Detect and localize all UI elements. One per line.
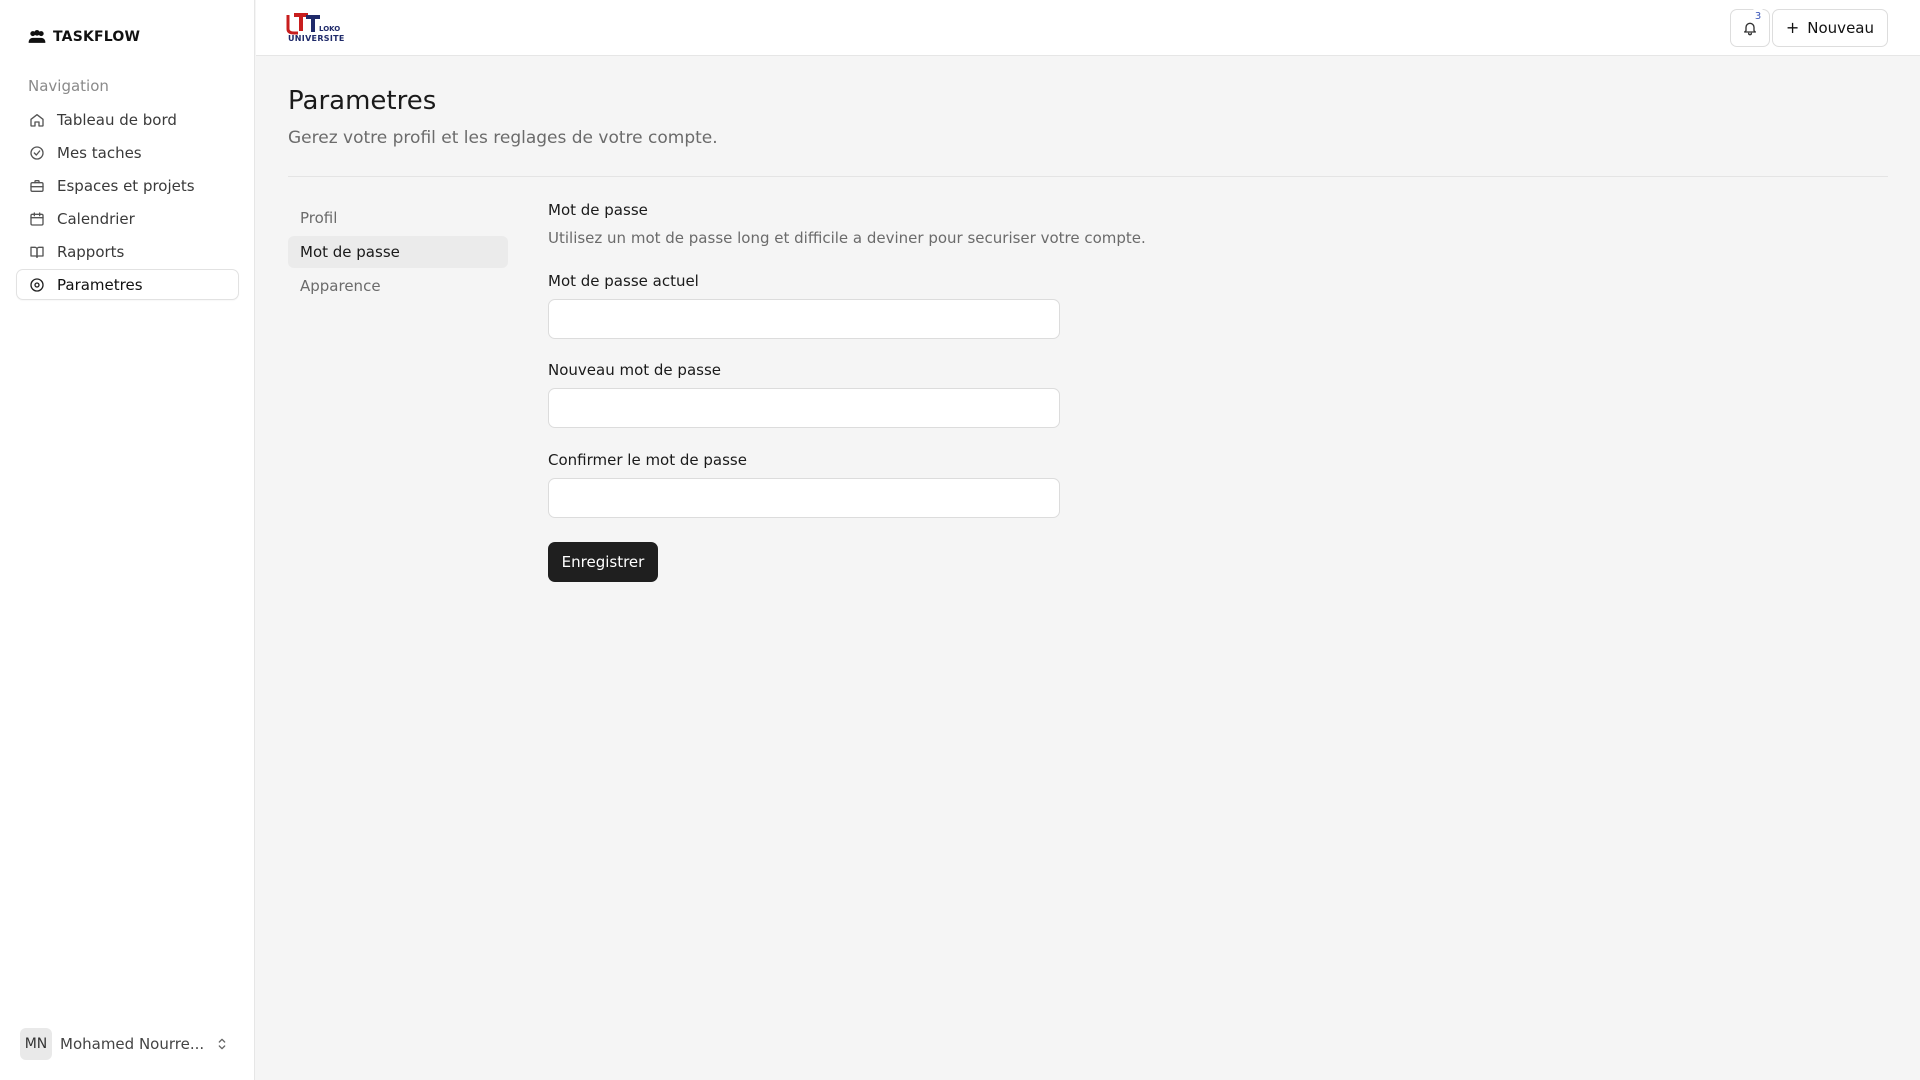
calendar-icon xyxy=(30,211,44,226)
logo-mark-icon: LOKO xyxy=(286,13,340,35)
university-logo[interactable]: LOKO UNIVERSITE xyxy=(286,11,346,45)
chevron-up-down-icon xyxy=(218,1038,226,1050)
notifications-button[interactable]: 3 xyxy=(1730,8,1770,47)
sidebar-item-spaces[interactable]: Espaces et projets xyxy=(16,170,239,201)
plus-icon: + xyxy=(1785,18,1800,37)
user-menu[interactable]: MN Mohamed Nourre... xyxy=(20,1028,230,1060)
sidebar-item-dashboard[interactable]: Tableau de bord xyxy=(16,104,239,135)
book-icon xyxy=(30,246,44,258)
confirm-password-label: Confirmer le mot de passe xyxy=(548,451,747,469)
avatar: MN xyxy=(20,1028,52,1060)
sidebar-item-label: Calendrier xyxy=(57,209,135,228)
nav-heading: Navigation xyxy=(28,77,109,95)
svg-text:LOKO: LOKO xyxy=(319,25,340,33)
team-icon xyxy=(28,30,46,43)
new-password-label: Nouveau mot de passe xyxy=(548,361,722,379)
brand-name: TASKFLOW xyxy=(53,29,141,45)
page-subtitle: Gerez votre profil et les reglages de vo… xyxy=(288,128,718,148)
sidebar-item-label: Tableau de bord xyxy=(57,110,177,129)
sidebar-item-reports[interactable]: Rapports xyxy=(16,236,239,267)
sidebar-item-label: Mes taches xyxy=(57,143,142,162)
current-password-label: Mot de passe actuel xyxy=(548,272,699,290)
notification-badge: 3 xyxy=(1750,8,1766,24)
sidebar-item-label: Espaces et projets xyxy=(57,176,195,195)
sidebar-item-tasks[interactable]: Mes taches xyxy=(16,137,239,168)
briefcase-icon xyxy=(30,179,44,192)
sidebar: TASKFLOW Navigation Tableau de bord Mes … xyxy=(0,0,255,1080)
confirm-password-input[interactable] xyxy=(548,478,1060,518)
user-name: Mohamed Nourre... xyxy=(60,1035,205,1053)
page-title: Parametres xyxy=(288,86,437,116)
new-button-label: Nouveau xyxy=(1807,19,1874,37)
sidebar-nav: Tableau de bord Mes taches Espaces et pr… xyxy=(16,104,239,302)
settings-tab-password[interactable]: Mot de passe xyxy=(288,236,508,268)
settings-tab-profile[interactable]: Profil xyxy=(288,202,508,234)
settings-nav: Profil Mot de passe Apparence xyxy=(288,202,508,304)
current-password-input[interactable] xyxy=(548,299,1060,339)
sidebar-item-settings[interactable]: Parametres xyxy=(16,269,239,300)
brand[interactable]: TASKFLOW xyxy=(27,27,140,47)
section-description: Utilisez un mot de passe long et diffici… xyxy=(548,229,1146,247)
logo-text: UNIVERSITE xyxy=(288,34,345,43)
settings-tab-appearance[interactable]: Apparence xyxy=(288,270,508,302)
check-circle-icon xyxy=(30,145,44,160)
topbar: LOKO UNIVERSITE 3 + Nouveau xyxy=(256,0,1920,56)
home-icon xyxy=(30,113,44,127)
sidebar-item-label: Rapports xyxy=(57,242,125,261)
settings-icon xyxy=(30,277,44,292)
save-button[interactable]: Enregistrer xyxy=(548,542,658,582)
section-title: Mot de passe xyxy=(548,201,648,219)
sidebar-item-calendar[interactable]: Calendrier xyxy=(16,203,239,234)
new-password-input[interactable] xyxy=(548,388,1060,428)
new-button[interactable]: + Nouveau xyxy=(1771,9,1888,47)
divider xyxy=(288,176,1888,177)
sidebar-item-label: Parametres xyxy=(57,275,143,294)
